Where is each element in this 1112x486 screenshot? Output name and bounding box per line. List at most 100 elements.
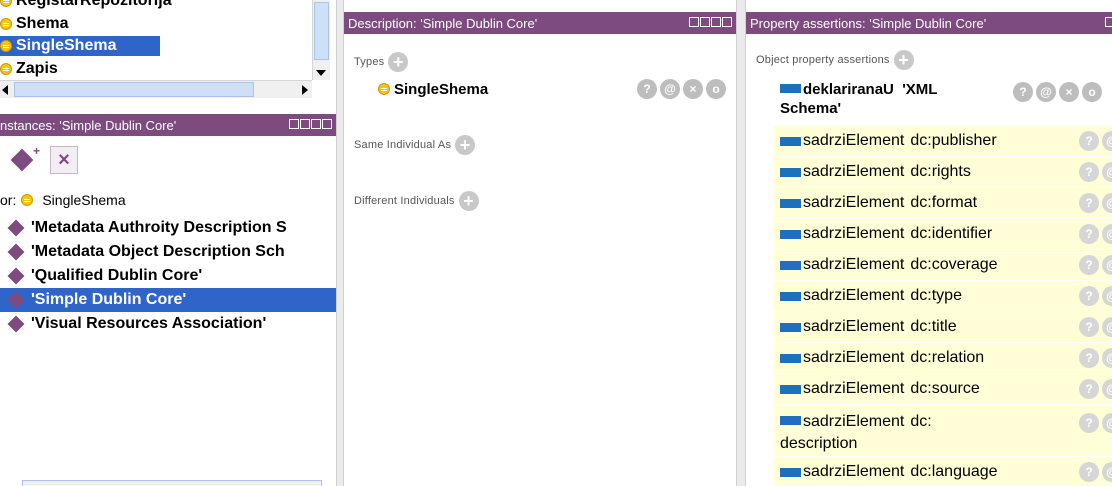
class-tree-item-cut[interactable]: RegistarRepozitorija (0, 0, 172, 11)
assertion-value: 'XML (902, 81, 938, 98)
add-different-individual-button[interactable]: + (458, 191, 479, 211)
pane-menu-icon[interactable] (1105, 17, 1112, 27)
help-button[interactable]: ? (1079, 413, 1099, 433)
object-property-assertion-row[interactable]: sadrziElement dc:type ? @ (774, 280, 1112, 311)
class-tree-item-shema[interactable]: Shema (0, 14, 68, 34)
annotate-button[interactable]: @ (1102, 379, 1112, 399)
add-object-property-assertion-button[interactable]: + (893, 50, 914, 70)
pane-maximize-icon[interactable] (711, 17, 721, 27)
annotate-button[interactable]: @ (1102, 413, 1112, 433)
pane-menu-icon[interactable] (689, 17, 699, 27)
delete-individual-button[interactable]: × (50, 146, 78, 174)
instances-pane-title: nstances: 'Simple Dublin Core' (0, 117, 177, 133)
pane-window-controls[interactable] (689, 17, 732, 27)
delete-button[interactable]: × (683, 79, 703, 99)
object-property-assertion-row[interactable]: deklariranaU 'XML Schema' ? @ × o (780, 80, 1112, 118)
class-icon (0, 40, 12, 52)
help-button[interactable]: ? (1079, 379, 1099, 399)
class-tree-item-label: SingleShema (16, 37, 117, 54)
help-button[interactable]: ? (1079, 286, 1099, 306)
help-button[interactable]: ? (1013, 82, 1033, 102)
help-button[interactable]: ? (1079, 317, 1099, 337)
pane-window-controls[interactable] (1105, 17, 1112, 27)
object-property-assertion-row[interactable]: sadrziElement dc:coverage ? @ (774, 249, 1112, 280)
annotate-button[interactable]: @ (1102, 462, 1112, 482)
scroll-left-arrow-icon[interactable] (2, 85, 8, 95)
class-tree-item-singleshema[interactable]: SingleShema (0, 36, 160, 56)
scroll-down-arrow-icon[interactable] (316, 70, 326, 76)
delete-button[interactable]: × (1059, 82, 1079, 102)
annotate-button[interactable]: @ (1036, 82, 1056, 102)
list-item[interactable]: 'Metadata Authroity Description S (0, 216, 336, 240)
class-tree-item-label: RegistarRepozitorija (16, 0, 172, 9)
edit-button[interactable]: o (706, 79, 726, 99)
object-property-assertion-row[interactable]: sadrziElement dc:language ? @ (774, 456, 1112, 486)
pane-menu-icon[interactable] (289, 119, 299, 129)
split-divider[interactable] (736, 0, 746, 486)
class-hierarchy-tree: RegistarRepozitorija Shema SingleShema Z… (0, 0, 312, 80)
list-item[interactable]: 'Metadata Object Description Sch (0, 240, 336, 264)
class-icon (0, 0, 12, 7)
help-button[interactable]: ? (1079, 462, 1099, 482)
annotate-button[interactable]: @ (1102, 162, 1112, 182)
scrollbar-thumb[interactable] (14, 82, 254, 97)
object-property-icon (780, 229, 801, 239)
row-action-buttons: ? @ (1079, 162, 1112, 182)
split-divider[interactable] (336, 0, 344, 486)
pane-close-icon[interactable] (322, 119, 332, 129)
annotate-button[interactable]: @ (660, 79, 680, 99)
individuals-horizontal-scrollbar[interactable] (22, 480, 322, 486)
delete-individual-icon: × (58, 148, 70, 171)
help-button[interactable]: ? (1079, 224, 1099, 244)
type-value: SingleShema (394, 80, 489, 98)
add-same-individual-button[interactable]: + (455, 135, 476, 155)
object-property-assertion-row[interactable]: sadrziElement dc:format ? @ (774, 187, 1112, 218)
help-button[interactable]: ? (1079, 193, 1099, 213)
annotate-button[interactable]: @ (1102, 317, 1112, 337)
help-button[interactable]: ? (637, 79, 657, 99)
class-icon (0, 63, 12, 75)
assertion-value: dc:language (910, 463, 998, 480)
scroll-right-arrow-icon[interactable] (302, 85, 308, 95)
pane-window-controls[interactable] (289, 119, 332, 129)
class-tree-vertical-scrollbar[interactable] (312, 0, 330, 80)
help-button[interactable]: ? (1079, 162, 1099, 182)
annotate-button[interactable]: @ (1102, 255, 1112, 275)
types-section-header: Types + (354, 52, 409, 72)
object-property-assertion-row[interactable]: sadrziElement dc:relation ? @ (774, 342, 1112, 373)
assertion-property: sadrziElement (803, 287, 905, 304)
object-property-icon (780, 198, 801, 208)
object-property-assertion-row[interactable]: sadrziElement dc:source ? @ (774, 373, 1112, 404)
annotate-button[interactable]: @ (1102, 193, 1112, 213)
pane-minimize-icon[interactable] (700, 17, 710, 27)
row-action-buttons: ? @ × o (1013, 82, 1102, 102)
list-item-selected[interactable]: 'Simple Dublin Core' (0, 288, 336, 312)
property-assertions-pane-title: Property assertions: 'Simple Dublin Core… (750, 15, 987, 31)
scrollbar-thumb[interactable] (314, 2, 329, 60)
annotate-button[interactable]: @ (1102, 131, 1112, 151)
object-property-assertion-row[interactable]: sadrziElement dc:identifier ? @ (774, 218, 1112, 249)
pane-maximize-icon[interactable] (311, 119, 321, 129)
plus-icon: + (32, 144, 40, 158)
object-property-assertion-row[interactable]: sadrziElement dc:rights ? @ (774, 156, 1112, 187)
add-type-button[interactable]: + (388, 52, 409, 72)
annotate-button[interactable]: @ (1102, 224, 1112, 244)
pane-minimize-icon[interactable] (300, 119, 310, 129)
list-item[interactable]: 'Visual Resources Association' (0, 312, 336, 336)
pane-close-icon[interactable] (722, 17, 732, 27)
annotate-button[interactable]: @ (1102, 286, 1112, 306)
help-button[interactable]: ? (1079, 131, 1099, 151)
type-assertion-row[interactable]: SingleShema ? @ × o (378, 78, 726, 100)
add-individual-button[interactable]: + (10, 144, 40, 172)
class-tree-horizontal-scrollbar[interactable] (0, 80, 312, 98)
annotate-button[interactable]: @ (1102, 348, 1112, 368)
object-property-assertion-row[interactable]: sadrziElement dc:publisher ? @ (774, 125, 1112, 156)
help-button[interactable]: ? (1079, 348, 1099, 368)
object-property-assertion-row[interactable]: sadrziElement dc: description ? @ (774, 404, 1112, 456)
edit-button[interactable]: o (1082, 82, 1102, 102)
class-tree-item-zapis[interactable]: Zapis (0, 59, 58, 79)
list-item[interactable]: 'Qualified Dublin Core' (0, 264, 336, 288)
individual-icon (10, 148, 34, 172)
object-property-assertion-row[interactable]: sadrziElement dc:title ? @ (774, 311, 1112, 342)
help-button[interactable]: ? (1079, 255, 1099, 275)
